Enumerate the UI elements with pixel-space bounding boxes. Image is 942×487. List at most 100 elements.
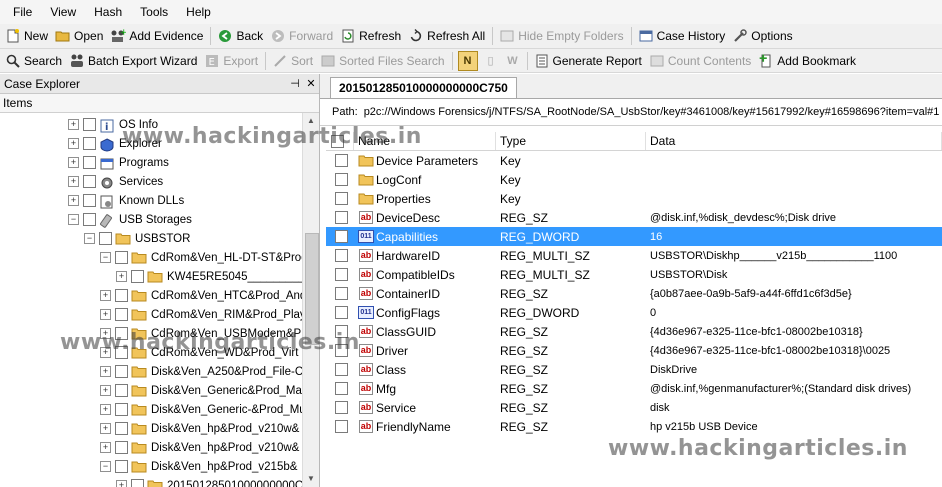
tree-item[interactable]: +20150128501000000000C xyxy=(116,476,302,487)
options-button[interactable]: Options xyxy=(729,26,796,46)
pin-icon[interactable]: ⊣ xyxy=(287,77,303,90)
add-evidence-button[interactable]: + Add Evidence xyxy=(107,26,207,46)
add-bookmark-button[interactable]: Add Bookmark xyxy=(755,51,860,71)
table-row[interactable]: ab FriendlyName REG_SZ hp v215b USB Device xyxy=(326,417,942,436)
tree-item-checkbox[interactable] xyxy=(115,384,128,397)
table-row[interactable]: Device Parameters Key xyxy=(326,151,942,170)
batch-export-wizard-button[interactable]: Batch Export Wizard xyxy=(66,51,201,71)
refresh-all-button[interactable]: Refresh All xyxy=(405,26,489,46)
menu-file[interactable]: File xyxy=(4,5,41,19)
tree-item[interactable]: + Disk&Ven_hp&Prod_v210w& xyxy=(100,438,299,457)
scroll-thumb[interactable] xyxy=(305,233,319,345)
row-checkbox[interactable] xyxy=(335,154,348,167)
menu-hash[interactable]: Hash xyxy=(85,5,131,19)
tree-item-checkbox[interactable] xyxy=(115,289,128,302)
table-row[interactable]: ab DeviceDesc REG_SZ @disk.inf,%disk_devdes… xyxy=(326,208,942,227)
tree-item-checkbox[interactable] xyxy=(131,479,144,487)
row-checkbox[interactable] xyxy=(335,211,348,224)
row-checkbox[interactable] xyxy=(335,382,348,395)
tree-item[interactable]: + Disk&Ven_A250&Prod_File-C xyxy=(100,362,302,381)
row-checkbox[interactable] xyxy=(335,401,348,414)
table-row[interactable]: ab ClassGUID REG_SZ {4d36e967-e325-11ce-bfc… xyxy=(326,322,942,341)
tree-item-checkbox[interactable] xyxy=(115,365,128,378)
expand-icon[interactable]: + xyxy=(116,480,127,487)
refresh-button[interactable]: Refresh xyxy=(337,26,405,46)
tree-item[interactable]: + Known DLLs xyxy=(68,191,184,210)
expand-icon[interactable]: + xyxy=(100,366,111,377)
file-disabled-icon[interactable]: ▯ xyxy=(482,52,500,70)
sorted-files-search-button[interactable]: Sorted Files Search xyxy=(317,51,448,71)
table-row[interactable]: ab Mfg REG_SZ @disk.inf,%genmanufacturer%;(… xyxy=(326,379,942,398)
back-button[interactable]: Back xyxy=(214,26,267,46)
forward-button[interactable]: Forward xyxy=(267,26,337,46)
expand-icon[interactable]: + xyxy=(100,385,111,396)
row-checkbox[interactable] xyxy=(335,173,348,186)
tree-item-checkbox[interactable] xyxy=(115,403,128,416)
tree-item-checkbox[interactable] xyxy=(83,175,96,188)
tree-item[interactable]: + CdRom&Ven_RIM&Prod_Play xyxy=(100,305,302,324)
menu-tools[interactable]: Tools xyxy=(131,5,177,19)
table-row[interactable]: ab Class REG_SZ DiskDrive xyxy=(326,360,942,379)
tree-item-checkbox[interactable] xyxy=(115,422,128,435)
table-row[interactable]: LogConf Key xyxy=(326,170,942,189)
tree-item[interactable]: + Services xyxy=(68,172,163,191)
expand-icon[interactable]: + xyxy=(68,195,79,206)
column-header-data[interactable]: Data xyxy=(646,132,942,150)
tree-item[interactable]: + Disk&Ven_Generic-&Prod_Mu xyxy=(100,400,302,419)
scroll-down-icon[interactable]: ▼ xyxy=(303,471,319,487)
collapse-icon[interactable]: − xyxy=(84,233,95,244)
expand-icon[interactable]: + xyxy=(100,309,111,320)
w-disabled-icon[interactable]: W xyxy=(504,52,522,70)
collapse-icon[interactable]: − xyxy=(68,214,79,225)
notes-icon[interactable]: N xyxy=(457,50,478,71)
row-checkbox[interactable] xyxy=(335,420,348,433)
expand-icon[interactable]: + xyxy=(116,271,127,282)
tree-item-checkbox[interactable] xyxy=(115,441,128,454)
tree-item[interactable]: + CdRom&Ven_HTC&Prod_And xyxy=(100,286,302,305)
tree-item-checkbox[interactable] xyxy=(83,137,96,150)
row-checkbox[interactable] xyxy=(335,230,348,243)
hide-empty-folders-button[interactable]: Hide Empty Folders xyxy=(496,26,627,46)
row-checkbox[interactable] xyxy=(335,287,348,300)
tree-item[interactable]: + KW4E5RE5045__________8 xyxy=(116,267,302,286)
new-button[interactable]: New xyxy=(2,26,52,46)
expand-icon[interactable]: + xyxy=(68,138,79,149)
expand-icon[interactable]: + xyxy=(68,176,79,187)
collapse-icon[interactable]: − xyxy=(100,461,111,472)
table-row[interactable]: ab HardwareID REG_MULTI_SZ USBSTOR\Diskhp__… xyxy=(326,246,942,265)
table-row[interactable]: 011 ConfigFlags REG_DWORD 0 xyxy=(326,303,942,322)
tree-item-checkbox[interactable] xyxy=(83,194,96,207)
tree-item-checkbox[interactable] xyxy=(83,156,96,169)
tree-item[interactable]: + Disk&Ven_hp&Prod_v210w& xyxy=(100,419,299,438)
tree-item-checkbox[interactable] xyxy=(115,308,128,321)
row-checkbox[interactable] xyxy=(335,249,348,262)
tree-item[interactable]: − Disk&Ven_hp&Prod_v215b& xyxy=(100,457,297,476)
table-row[interactable]: ab Driver REG_SZ {4d36e967-e325-11ce-bfc1-0… xyxy=(326,341,942,360)
expand-icon[interactable]: + xyxy=(100,442,111,453)
expand-icon[interactable]: + xyxy=(100,290,111,301)
menu-help[interactable]: Help xyxy=(177,5,220,19)
search-button[interactable]: Search xyxy=(2,51,66,71)
case-tree[interactable]: + i OS Info + Explorer + Programs + Services + Kno… xyxy=(0,113,302,487)
tree-scrollbar[interactable]: ▲ ▼ xyxy=(302,113,319,487)
tree-item-checkbox[interactable] xyxy=(83,118,96,131)
tree-item-checkbox[interactable] xyxy=(131,270,144,283)
tab-registry-key[interactable]: 201501285010000000000C750 xyxy=(330,77,517,98)
row-checkbox[interactable] xyxy=(335,306,348,319)
row-checkbox[interactable] xyxy=(335,192,348,205)
tree-item[interactable]: − CdRom&Ven_HL-DT-ST&Prod xyxy=(100,248,302,267)
tree-item-checkbox[interactable] xyxy=(115,460,128,473)
tree-item[interactable]: − USB Storages xyxy=(68,210,192,229)
tree-item[interactable]: − USBSTOR xyxy=(84,229,190,248)
expand-icon[interactable]: + xyxy=(100,404,111,415)
expand-icon[interactable]: + xyxy=(68,119,79,130)
table-row[interactable]: ab ContainerID REG_SZ {a0b87aee-0a9b-5af9-a… xyxy=(326,284,942,303)
column-header-type[interactable]: Type xyxy=(496,132,646,150)
menu-view[interactable]: View xyxy=(41,5,85,19)
row-checkbox[interactable] xyxy=(335,363,348,376)
close-icon[interactable]: ✕ xyxy=(303,77,319,90)
row-checkbox[interactable] xyxy=(335,268,348,281)
table-row[interactable]: ab CompatibleIDs REG_MULTI_SZ USBSTOR\Disk xyxy=(326,265,942,284)
path-value[interactable]: p2c://Windows Forensics/j/NTFS/SA_RootNo… xyxy=(364,106,940,118)
generate-report-button[interactable]: Generate Report xyxy=(531,51,646,71)
